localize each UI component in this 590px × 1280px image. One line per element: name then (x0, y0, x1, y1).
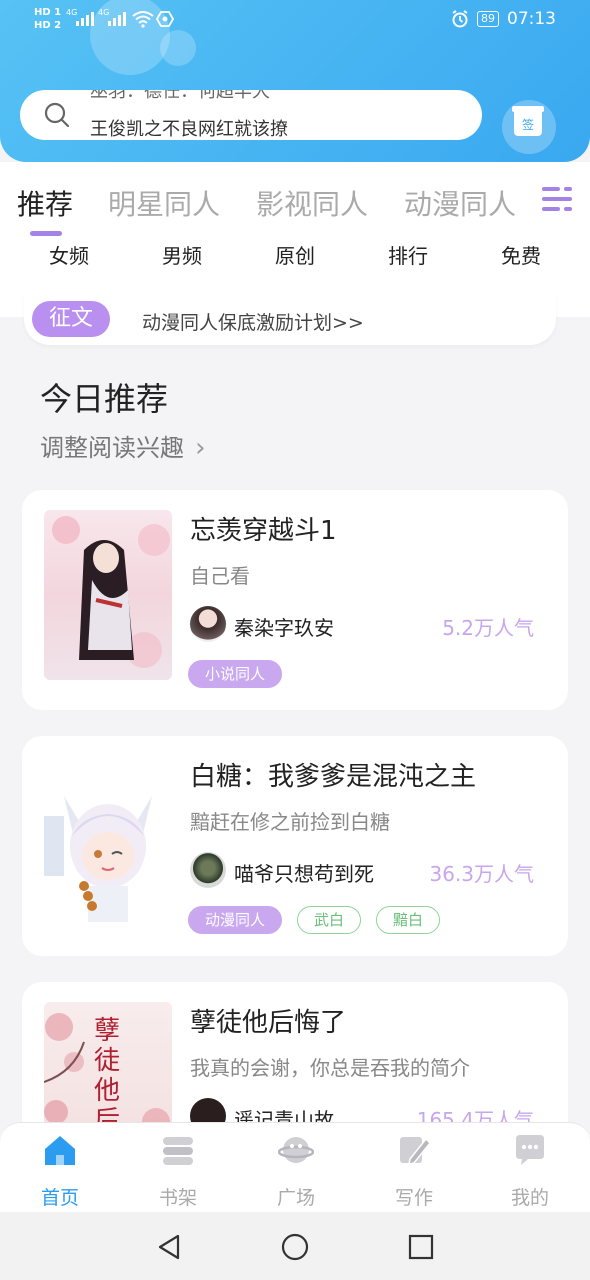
pairing-tag[interactable]: 黯白 (376, 906, 441, 934)
tab-anime-fanfic[interactable]: 动漫同人 (404, 183, 516, 223)
signal-icon (108, 12, 126, 26)
tab-recommend[interactable]: 推荐 (17, 183, 73, 223)
subtab-female[interactable]: 女频 (29, 240, 109, 269)
home-icon (45, 1136, 75, 1165)
signal-icon (76, 12, 94, 26)
popularity: 5.2万人气 (442, 616, 534, 640)
sub-tabs: 女频 男频 原创 排行 免费 (0, 240, 590, 274)
nav-mine[interactable]: 我的 (490, 1133, 570, 1210)
book-title: 白糖：我爹爹是混沌之主 (190, 762, 477, 792)
book-cover (44, 756, 172, 926)
book-title: 忘羡穿越斗1 (190, 516, 337, 546)
book-desc: 我真的会谢，你总是吞我的简介 (190, 1056, 470, 1080)
menu-icon[interactable] (542, 187, 572, 213)
nav-label: 我的 (510, 1187, 549, 1209)
chevron-right-icon: › (195, 433, 206, 463)
category-tabs: 推荐 明星同人 影视同人 动漫同人 (0, 175, 590, 236)
home-circle-icon[interactable] (280, 1232, 310, 1262)
avatar (190, 606, 226, 642)
system-nav-bar (0, 1212, 590, 1280)
search-hint-previous: 巫羽：德任：何超丰大 (90, 90, 270, 102)
subtab-ranking[interactable]: 排行 (368, 240, 448, 269)
genre-tag[interactable]: 小说同人 (188, 660, 283, 688)
alarm-icon (452, 10, 468, 28)
nav-square[interactable]: 广场 (256, 1133, 336, 1210)
section-title: 今日推荐 (40, 380, 169, 418)
subtab-original[interactable]: 原创 (255, 240, 335, 269)
chat-icon (516, 1135, 544, 1165)
back-icon[interactable] (154, 1232, 184, 1262)
nav-bookshelf[interactable]: 书架 (138, 1133, 218, 1210)
subtab-free[interactable]: 免费 (481, 240, 561, 269)
status-right: 89 07:13 (451, 9, 556, 29)
adjust-interest-link[interactable]: 调整阅读兴趣 › (40, 428, 206, 464)
tab-star-fanfic[interactable]: 明星同人 (108, 183, 220, 223)
contest-badge: 征文 (32, 301, 110, 337)
battery-icon: 89 (477, 11, 499, 27)
planet-icon (277, 1137, 315, 1163)
adjust-interest-label: 调整阅读兴趣 (40, 434, 184, 462)
sim2-label: HD 2 (34, 20, 62, 31)
pairing-tag[interactable]: 武白 (297, 906, 362, 934)
clock: 07:13 (507, 9, 556, 29)
avatar (190, 852, 226, 888)
wifi-icon (132, 11, 154, 28)
nav-home[interactable]: 首页 (20, 1133, 100, 1210)
search-icon (44, 102, 70, 128)
genre-tag[interactable]: 动漫同人 (188, 906, 283, 934)
book-card[interactable]: 白糖：我爹爹是混沌之主 黯赶在修之前捡到白糖 喵爷只想苟到死 36.3万人气 动… (22, 736, 568, 956)
search-bar[interactable]: 巫羽：德任：何超丰大 王俊凯之不良网红就该撩 (20, 90, 482, 140)
sign-in-button[interactable]: 签 (502, 100, 556, 154)
status-bar: HD 1 HD 2 4G 4G 89 07:13 (0, 0, 590, 42)
nav-write[interactable]: 写作 (374, 1133, 454, 1210)
book-title: 孽徒他后悔了 (190, 1008, 347, 1038)
bookshelf-icon (163, 1137, 193, 1165)
hotspot-icon (156, 11, 174, 27)
sign-in-label: 签 (521, 118, 534, 132)
bottom-nav: 首页 书架 广场 写作 我的 (0, 1122, 590, 1212)
author-name: 喵爷只想苟到死 (234, 862, 374, 886)
book-cover (44, 510, 172, 680)
book-desc: 自己看 (190, 564, 250, 588)
nav-label: 写作 (394, 1187, 433, 1209)
tab-indicator (30, 231, 62, 236)
book-card[interactable]: 忘羡穿越斗1 自己看 秦染字玖安 5.2万人气 小说同人 (22, 490, 568, 710)
gift-ribbon (512, 106, 544, 112)
nav-label: 书架 (158, 1187, 197, 1209)
search-hint: 王俊凯之不良网红就该撩 (90, 119, 288, 140)
tab-tv-fanfic[interactable]: 影视同人 (256, 183, 368, 223)
pen-icon (400, 1137, 432, 1165)
subtab-male[interactable]: 男频 (142, 240, 222, 269)
header-banner: HD 1 HD 2 4G 4G 89 07:13 巫羽：德任：何超丰大 王俊凯之… (0, 0, 590, 162)
author-name: 秦染字玖安 (234, 616, 334, 640)
sim1-label: HD 1 (34, 7, 62, 18)
nav-label: 广场 (276, 1187, 315, 1209)
book-desc: 黯赶在修之前捡到白糖 (190, 810, 390, 834)
recents-icon[interactable] (406, 1232, 436, 1262)
sim-labels: HD 1 HD 2 (34, 6, 61, 32)
popularity: 36.3万人气 (429, 862, 534, 886)
nav-label: 首页 (40, 1187, 79, 1209)
contest-text: 动漫同人保底激励计划>> (142, 312, 364, 334)
contest-banner[interactable]: 征文 动漫同人保底激励计划>> (24, 293, 556, 345)
